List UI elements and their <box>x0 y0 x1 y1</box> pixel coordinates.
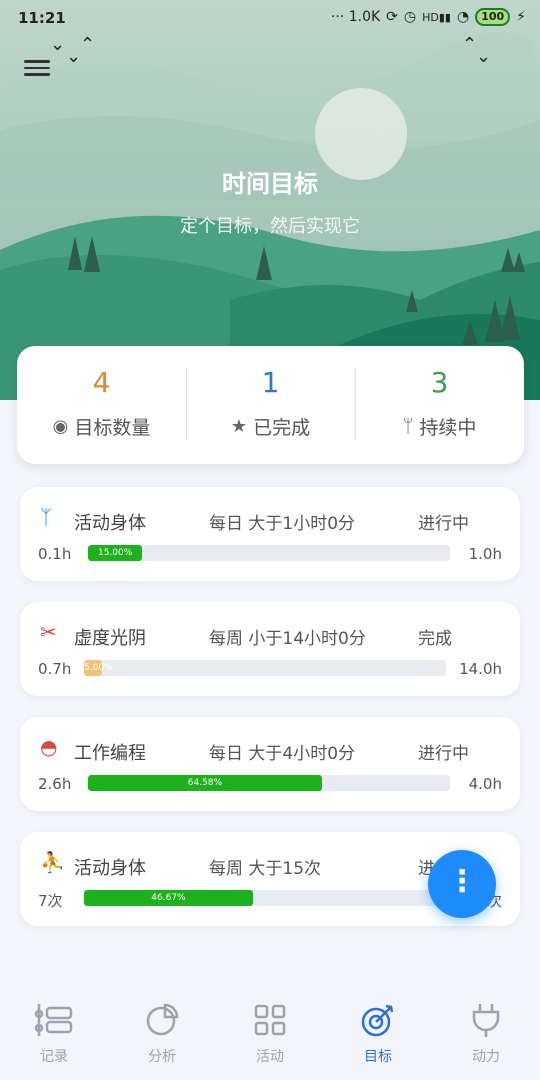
tab-analysis[interactable]: 分析 <box>108 998 216 1080</box>
goal-name: 活动身体 <box>74 513 146 534</box>
tab-label: 目标 <box>364 1049 392 1065</box>
tab-motivation[interactable]: 动力 <box>432 998 540 1080</box>
progress-fill: 64.58% <box>88 775 322 791</box>
goal-max: 1.0h <box>468 545 502 563</box>
battery-icon: 100 <box>475 8 511 26</box>
person-stretch-icon: ᛉ <box>40 505 52 529</box>
goal-current: 0.1h <box>38 545 72 563</box>
goal-current: 7次 <box>38 892 63 910</box>
page-title: 时间目标 <box>222 170 318 198</box>
hd-signal-icon: HD▮▮ <box>422 10 451 24</box>
page-subtitle: 定个目标，然后实现它 <box>180 216 360 237</box>
status-time: 11:21 <box>18 9 66 27</box>
tab-record[interactable]: 记录 <box>0 998 108 1080</box>
tab-label: 记录 <box>40 1049 68 1065</box>
plug-icon <box>472 1004 500 1037</box>
tab-label: 分析 <box>148 1049 176 1065</box>
goal-state: 完成 <box>418 629 452 649</box>
progress-track: 15.00% <box>88 545 450 561</box>
stat-value: 3 <box>430 366 449 399</box>
stats-card: 4 ◉ 目标数量 1 ★ 已完成 3 ᛘ 持续中 <box>17 346 524 464</box>
stat-label: 目标数量 <box>74 417 151 439</box>
goal-max: 4.0h <box>468 775 502 793</box>
fork-icon: ᛘ <box>402 416 414 437</box>
goal-name: 虚度光阴 <box>74 628 146 649</box>
tab-activity[interactable]: 活动 <box>216 998 324 1080</box>
menu-button[interactable] <box>24 56 50 78</box>
chevron-down-icon: ⌄ <box>50 34 66 55</box>
menu-icon <box>24 60 50 63</box>
goal-state: 进行中 <box>418 744 469 764</box>
progress-fill: 46.67% <box>84 890 253 906</box>
goal-card[interactable]: ◓ 工作编程 每日 大于4小时0分 进行中 2.6h 64.58% 4.0h <box>20 717 520 811</box>
goal-rule: 每周 小于14小时0分 <box>209 629 366 649</box>
tab-label: 动力 <box>472 1049 500 1065</box>
scissors-icon: ✂ <box>40 620 57 644</box>
goal-card[interactable]: ᛉ 活动身体 每日 大于1小时0分 进行中 0.1h 15.00% 1.0h <box>20 487 520 581</box>
stat-ongoing[interactable]: 3 ᛘ 持续中 <box>355 346 524 464</box>
stat-completed[interactable]: 1 ★ 已完成 <box>186 346 355 464</box>
goal-current: 0.7h <box>38 660 72 678</box>
chevron-up-icon: ⌃ <box>80 34 96 55</box>
status-icons: ··· 1.0K ⟳ ◷ HD▮▮ ◔ 100 ⚡ <box>331 8 526 26</box>
charging-icon: ⚡ <box>516 9 526 25</box>
tab-goal[interactable]: 目标 <box>324 998 432 1080</box>
goal-name: 活动身体 <box>74 858 146 879</box>
goal-rule: 每日 大于1小时0分 <box>209 514 356 534</box>
progress-track: 5.00% <box>84 660 446 676</box>
eye-icon: ◉ <box>52 416 69 437</box>
stat-value: 4 <box>92 366 111 399</box>
network-speed: ··· 1.0K <box>330 9 381 25</box>
list-icon <box>34 1004 73 1036</box>
wifi-icon: ◔ <box>456 9 470 25</box>
pie-chart-icon <box>146 1003 179 1036</box>
goal-current: 2.6h <box>38 775 72 793</box>
progress-fill: 5.00% <box>84 660 113 676</box>
progress-track: 46.67% <box>84 890 446 906</box>
status-bar: 11:21 ··· 1.0K ⟳ ◷ HD▮▮ ◔ 100 ⚡ <box>0 0 540 36</box>
progress-fill: 15.00% <box>88 545 143 561</box>
goal-max: 14.0h <box>459 660 502 678</box>
goal-name: 工作编程 <box>74 743 146 764</box>
target-icon <box>361 1004 394 1037</box>
stat-value: 1 <box>261 366 280 399</box>
stat-goal-count[interactable]: 4 ◉ 目标数量 <box>17 346 186 464</box>
bottom-nav: 记录 分析 活动 目标 动力 <box>0 998 540 1080</box>
stat-label: 已完成 <box>253 417 311 439</box>
goal-rule: 每日 大于4小时0分 <box>209 744 356 764</box>
chevron-down-icon[interactable]: ⌄ <box>476 48 491 66</box>
bowl-icon: ◓ <box>40 735 58 759</box>
more-options-button[interactable]: ⋮ <box>428 850 496 918</box>
tab-label: 活动 <box>256 1049 284 1065</box>
goal-card[interactable]: ✂ 虚度光阴 每周 小于14小时0分 完成 0.7h 5.00% 14.0h <box>20 602 520 696</box>
grid-icon <box>254 1004 286 1036</box>
goal-rule: 每周 大于15次 <box>209 859 322 879</box>
chevron-up-icon[interactable]: ⌃ <box>462 36 477 54</box>
runner-icon: ⛹ <box>40 850 65 874</box>
goal-state: 进行中 <box>418 514 469 534</box>
stat-label: 持续中 <box>419 417 477 439</box>
chevron-down-icon: ⌄ <box>66 46 82 67</box>
sync-icon: ⟳ <box>386 9 398 25</box>
alarm-icon: ◷ <box>403 9 417 25</box>
star-icon: ★ <box>230 416 248 437</box>
progress-track: 64.58% <box>88 775 450 791</box>
